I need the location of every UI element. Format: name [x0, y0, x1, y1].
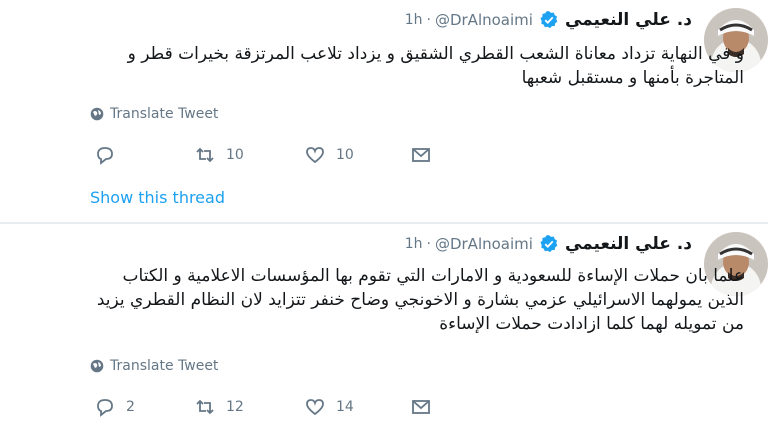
retweet-icon [196, 147, 214, 163]
retweet-count: 12 [226, 399, 244, 415]
user-handle[interactable]: @DrAlnoaimi [435, 235, 533, 253]
tweet-text: علما بان حملات الإساءة للسعودية و الامار… [96, 266, 744, 334]
tweet-time[interactable]: 1h [405, 236, 423, 252]
retweet-button[interactable]: 12 [194, 396, 244, 418]
envelope-icon [412, 148, 430, 162]
like-button[interactable]: 14 [304, 396, 354, 418]
reply-icon [97, 399, 113, 417]
retweet-icon [196, 399, 214, 415]
dm-button[interactable] [410, 144, 442, 166]
separator-dot: · [426, 12, 431, 28]
like-count: 10 [336, 147, 354, 163]
tweet-header: 1h · @DrAlnoaimi د. علي النعيمي [405, 10, 692, 30]
dm-button[interactable] [410, 396, 442, 418]
verified-badge-icon [540, 235, 558, 253]
translate-label: Translate Tweet [110, 106, 219, 122]
tweet-text: و في النهاية تزداد معاناة الشعب القطري ا… [127, 44, 744, 88]
translate-label: Translate Tweet [110, 358, 219, 374]
reply-button[interactable]: 2 [94, 396, 135, 418]
verified-badge-icon [540, 11, 558, 29]
tweet-time[interactable]: 1h [405, 12, 423, 28]
display-name[interactable]: د. علي النعيمي [565, 10, 692, 30]
globe-icon [90, 359, 104, 373]
heart-icon [306, 399, 324, 416]
action-bar: 10 10 [94, 144, 444, 168]
reply-button[interactable] [94, 144, 126, 166]
translate-link[interactable]: Translate Tweet [90, 358, 218, 374]
user-handle[interactable]: @DrAlnoaimi [435, 11, 533, 29]
tweet[interactable]: 1h · @DrAlnoaimi د. علي النعيمي علما بان… [0, 224, 768, 444]
retweet-button[interactable]: 10 [194, 144, 244, 166]
like-count: 14 [336, 399, 354, 415]
reply-count: 2 [126, 399, 135, 415]
reply-icon [97, 147, 113, 165]
like-button[interactable]: 10 [304, 144, 354, 166]
display-name[interactable]: د. علي النعيمي [565, 234, 692, 254]
show-thread-link[interactable]: Show this thread [90, 188, 225, 207]
translate-link[interactable]: Translate Tweet [90, 106, 218, 122]
tweet[interactable]: 1h · @DrAlnoaimi د. علي النعيمي و في الن… [0, 0, 768, 222]
globe-icon [90, 107, 104, 121]
tweet-header: 1h · @DrAlnoaimi د. علي النعيمي [405, 234, 692, 254]
heart-icon [306, 147, 324, 164]
separator-dot: · [426, 236, 431, 252]
retweet-count: 10 [226, 147, 244, 163]
action-bar: 2 12 14 [94, 396, 444, 420]
envelope-icon [412, 400, 430, 414]
